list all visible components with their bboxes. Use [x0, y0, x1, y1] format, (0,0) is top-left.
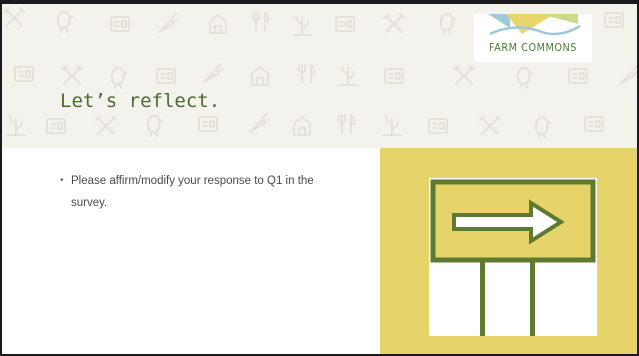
- logo-text: FARM COMMONS: [489, 41, 577, 54]
- pattern-row-3: [6, 113, 604, 139]
- header-pattern-banner: FARM COMMONS Let’s reflect.: [2, 4, 637, 148]
- bullet-list: Please affirm/modify your response to Q1…: [60, 170, 350, 214]
- bullet-item: Please affirm/modify your response to Q1…: [60, 170, 350, 214]
- slide: FARM COMMONS Let’s reflect. Please affir…: [0, 0, 639, 356]
- landscape-logo-icon: [488, 14, 581, 36]
- image-panel: [380, 148, 637, 354]
- right-arrow-sign-icon: [429, 178, 597, 336]
- farm-commons-logo: FARM COMMONS: [474, 14, 592, 62]
- pattern-row-2: [14, 63, 637, 89]
- slide-title: Let’s reflect.: [60, 90, 221, 112]
